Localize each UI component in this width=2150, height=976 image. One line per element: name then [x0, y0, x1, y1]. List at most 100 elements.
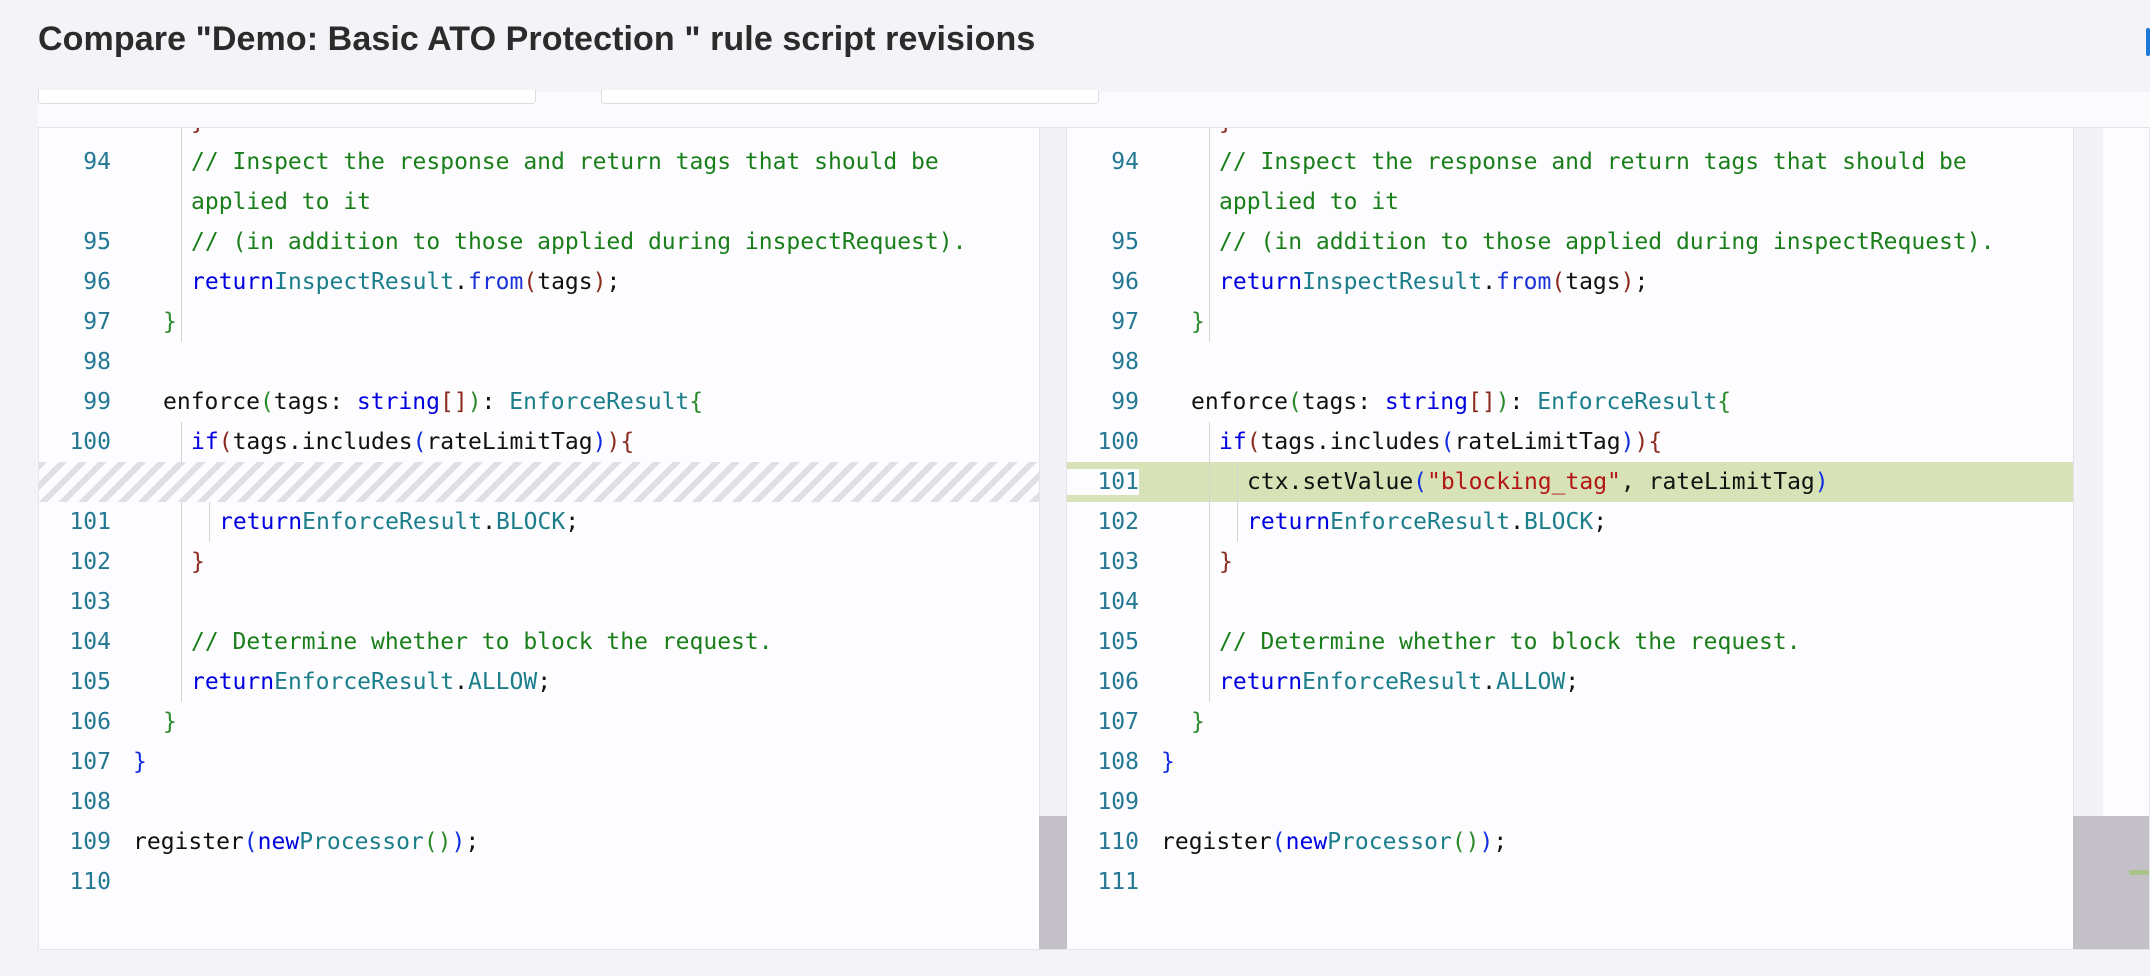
code-text: } — [133, 742, 147, 782]
right-scrollbar-thumb[interactable] — [2073, 816, 2149, 949]
code-paren: ( — [1246, 429, 1261, 455]
code-line[interactable]: } — [39, 128, 1039, 142]
code-line[interactable]: 109 register(new Processor()); — [39, 822, 1039, 862]
diff-editor: } 94 // Inspect the response and return ta… — [38, 128, 2150, 950]
keyword-if: if — [191, 429, 219, 455]
code-line[interactable]: 108} — [1067, 742, 2097, 782]
code-comment: // (in addition to those applied during … — [1219, 229, 1995, 255]
code-line[interactable]: 109 — [1067, 782, 2097, 822]
code-line[interactable]: 107} — [39, 742, 1039, 782]
code-paren: ( — [1413, 469, 1428, 495]
code-line[interactable]: 97} — [39, 302, 1039, 342]
indent-guide — [1237, 462, 1238, 502]
code-line[interactable]: 102} — [39, 542, 1039, 582]
code-paren: ( — [218, 429, 233, 455]
code-line[interactable]: 106} — [39, 702, 1039, 742]
code-line[interactable]: 110 — [39, 862, 1039, 902]
code-brace: } — [133, 749, 147, 775]
code-line[interactable]: 98 — [39, 342, 1039, 382]
code-line[interactable]: 108 — [39, 782, 1039, 822]
code-call: ctx.setValue — [1247, 469, 1414, 495]
indent-guide — [181, 142, 182, 182]
revision-toolbar — [38, 90, 2150, 128]
indent-guide — [1209, 422, 1210, 462]
code-line[interactable]: 110 register(new Processor()); — [1067, 822, 2097, 862]
line-number: 103 — [1097, 549, 1139, 575]
indent-guide — [1209, 582, 1210, 622]
code-line[interactable]: 102 return EnforceResult. BLOCK; — [1067, 502, 2097, 542]
code-line[interactable]: 99 enforce(tags: string[]): EnforceResult… — [1067, 382, 2097, 422]
code-line[interactable]: 99 enforce(tags: string[]): EnforceResult… — [39, 382, 1039, 422]
code-line[interactable]: 97} — [1067, 302, 2097, 342]
indent-guide — [181, 582, 182, 622]
code-member: BLOCK — [495, 509, 566, 535]
code-paren: ) — [1479, 829, 1494, 855]
code-line[interactable]: 95 // (in addition to those applied durin… — [1067, 222, 2097, 262]
line-number: 97 — [1111, 309, 1139, 335]
code-line[interactable]: 104 — [1067, 582, 2097, 622]
code-type: InspectResult — [1302, 269, 1483, 295]
line-number: 99 — [1111, 389, 1139, 415]
code-line[interactable]: } — [1067, 128, 2097, 142]
indent-guide — [1209, 182, 1210, 222]
code-string: "blocking_tag" — [1427, 469, 1621, 495]
code-line[interactable]: applied to it — [39, 182, 1039, 222]
code-type: EnforceResult — [1330, 509, 1511, 535]
line-number: 102 — [69, 549, 111, 575]
left-revision-select[interactable] — [38, 90, 536, 104]
code-text: } — [163, 302, 177, 342]
line-number: 108 — [69, 789, 111, 815]
code-comment: // Determine whether to block the reques… — [1219, 629, 1801, 655]
code-type: Processor — [299, 829, 424, 855]
code-line[interactable]: 98 — [1067, 342, 2097, 382]
code-line[interactable]: 101 return EnforceResult. BLOCK; — [39, 502, 1039, 542]
code-line[interactable]: 105 // Determine whether to block the req… — [1067, 622, 2097, 662]
code-line[interactable]: 96 return InspectResult. from(tags); — [1067, 262, 2097, 302]
code-line[interactable]: 104 // Determine whether to block the req… — [39, 622, 1039, 662]
code-text: return EnforceResult. ALLOW; — [191, 669, 552, 695]
modified-pane: } 94 // Inspect the response and return ta… — [1067, 128, 2097, 949]
code-line[interactable]: 106 return EnforceResult. ALLOW; — [1067, 662, 2097, 702]
code-identifier: tags — [537, 269, 593, 295]
code-text: register(new Processor()); — [133, 829, 480, 855]
code-line[interactable]: 105 return EnforceResult. ALLOW; — [39, 662, 1039, 702]
keyword-return: return — [219, 509, 303, 535]
indent-guide — [1209, 462, 1210, 502]
right-revision-select[interactable] — [601, 90, 1099, 104]
code-line[interactable]: 107} — [1067, 702, 2097, 742]
code-line[interactable]: 95 // (in addition to those applied durin… — [39, 222, 1039, 262]
left-scrollbar-thumb[interactable] — [1039, 816, 1067, 949]
line-number: 105 — [1097, 629, 1139, 655]
code-text: // (in addition to those applied during … — [191, 222, 966, 262]
code-paren: ) — [1495, 389, 1510, 415]
code-line[interactable]: 100 if (tags.includes(rateLimitTag)) { — [39, 422, 1039, 462]
code-line[interactable]: 94 // Inspect the response and return tag… — [1067, 142, 2097, 182]
code-line[interactable]: 103} — [1067, 542, 2097, 582]
code-line[interactable]: 103 — [39, 582, 1039, 622]
indent-guide — [1209, 128, 1210, 142]
code-line[interactable]: 111 — [1067, 862, 2097, 902]
code-brace: } — [163, 709, 177, 735]
code-member: BLOCK — [1523, 509, 1594, 535]
keyword-new: new — [257, 829, 300, 855]
code-text: if (tags.includes(rateLimitTag)) { — [191, 422, 634, 462]
code-line[interactable]: 94 // Inspect the response and return tag… — [39, 142, 1039, 182]
indent-guide — [1209, 502, 1210, 542]
code-line[interactable]: applied to it — [1067, 182, 2097, 222]
code-line[interactable]: 100 if (tags.includes(rateLimitTag)) { — [1067, 422, 2097, 462]
code-text: // (in addition to those applied during … — [1219, 222, 1994, 262]
code-brace: } — [1191, 309, 1205, 335]
code-type: EnforceResult — [509, 389, 690, 415]
code-brace: { — [689, 389, 704, 415]
code-line[interactable]: 96 return InspectResult. from(tags); — [39, 262, 1039, 302]
line-number: 100 — [69, 429, 111, 455]
line-number: 104 — [69, 629, 111, 655]
code-text: enforce(tags: string[]): EnforceResult { — [1191, 389, 1732, 415]
code-type: string — [1384, 389, 1468, 415]
diff-added-line[interactable]: 101 ctx.setValue("blocking_tag", rateLimi… — [1067, 462, 2097, 502]
code-type: EnforceResult — [274, 669, 455, 695]
code-brace: } — [1161, 749, 1175, 775]
code-text: return EnforceResult. BLOCK; — [219, 509, 580, 535]
code-call: tags.includes — [1260, 429, 1441, 455]
code-brace: { — [1717, 389, 1732, 415]
